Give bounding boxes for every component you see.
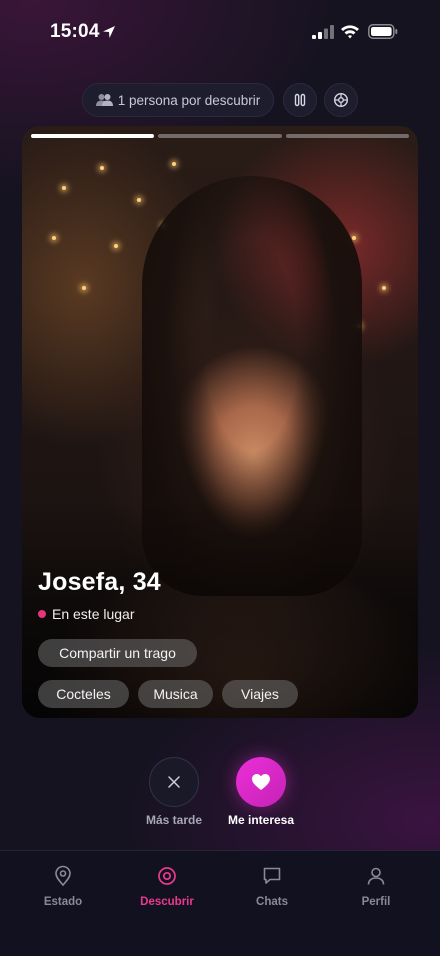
presence-label: En este lugar <box>52 606 135 622</box>
settings-icon <box>333 92 349 108</box>
people-icon <box>95 94 113 106</box>
profile-card[interactable]: Josefa, 34 En este lugar Compartir un tr… <box>22 126 418 718</box>
status-bar: 15:04 <box>0 0 440 64</box>
like-button[interactable] <box>236 757 286 807</box>
photo-progress-segment <box>285 134 409 138</box>
pause-icon <box>294 93 306 107</box>
tab-label: Descubrir <box>140 896 194 908</box>
discover-count-pill[interactable]: 1 persona por descubrir <box>82 83 274 117</box>
photo-progress-segment <box>31 134 155 138</box>
tab-label: Perfil <box>361 896 391 908</box>
profile-name-age: Josefa, 34 <box>38 568 161 596</box>
location-arrow-icon <box>103 26 115 38</box>
user-icon <box>367 867 385 885</box>
interest-chip: Viajes <box>222 680 298 708</box>
tab-label: Chats <box>256 896 288 908</box>
photo-progress-segment <box>158 134 282 138</box>
cellular-signal-icon <box>312 25 334 39</box>
wifi-icon <box>341 25 359 39</box>
battery-icon <box>368 24 398 39</box>
photo-progress <box>31 134 409 138</box>
filter-settings-button[interactable] <box>324 83 358 117</box>
tab-estado[interactable]: Estado <box>18 865 108 908</box>
presence-status: En este lugar <box>38 606 135 622</box>
tab-perfil[interactable]: Perfil <box>331 865 421 908</box>
later-button[interactable] <box>149 757 199 807</box>
interest-chip: Cocteles <box>38 680 129 708</box>
tab-descubrir[interactable]: Descubrir <box>122 865 212 908</box>
interest-chip: Musica <box>138 680 213 708</box>
heart-icon <box>252 774 270 790</box>
tab-label: Estado <box>43 896 83 908</box>
chat-bubble-icon <box>263 867 281 884</box>
intent-chip: Compartir un trago <box>38 639 197 667</box>
map-pin-icon <box>55 865 71 887</box>
status-time: 15:04 <box>50 21 100 42</box>
tab-chats[interactable]: Chats <box>227 865 317 908</box>
target-icon <box>158 867 176 885</box>
close-icon <box>168 776 180 788</box>
discover-count-label: 1 persona por descubrir <box>117 92 261 108</box>
like-label[interactable]: Me interesa <box>216 813 306 827</box>
tab-bar: Estado Descubrir Chats Perfil <box>0 850 440 956</box>
presence-dot <box>38 610 46 618</box>
pause-button[interactable] <box>283 83 317 117</box>
later-label[interactable]: Más tarde <box>134 813 214 827</box>
